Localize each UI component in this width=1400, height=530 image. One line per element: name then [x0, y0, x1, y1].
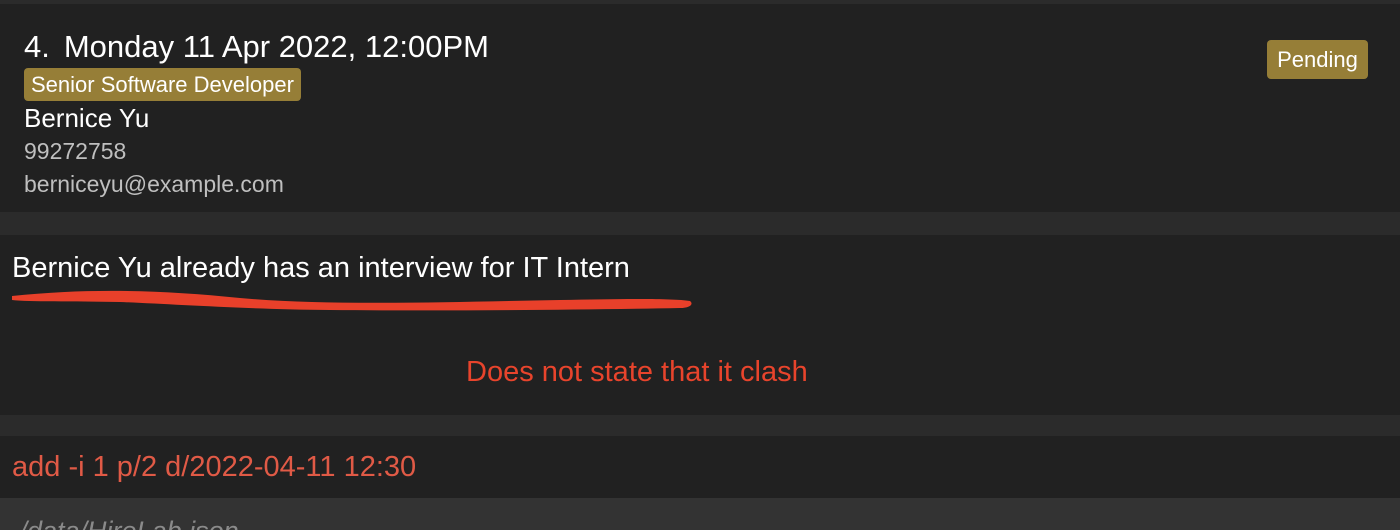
- interview-title: 4. Monday 11 Apr 2022, 12:00PM: [24, 29, 489, 65]
- interview-index: 4.: [24, 29, 50, 64]
- annotation-note: Does not state that it clash: [466, 356, 808, 388]
- role-tag: Senior Software Developer: [24, 68, 301, 101]
- candidate-phone: 99272758: [24, 138, 127, 164]
- save-path: ./data/HireLab.json: [12, 516, 239, 530]
- command-box[interactable]: add -i 1 p/2 d/2022-04-11 12:30: [0, 436, 1400, 498]
- command-input[interactable]: add -i 1 p/2 d/2022-04-11 12:30: [12, 451, 416, 484]
- interview-card[interactable]: 4. Monday 11 Apr 2022, 12:00PM Senior Sof…: [0, 4, 1400, 212]
- candidate-email: berniceyu@example.com: [24, 171, 284, 197]
- candidate-name: Bernice Yu: [24, 103, 150, 133]
- red-underline-annotation: [12, 290, 692, 311]
- result-display: Bernice Yu already has an interview for …: [0, 235, 1400, 415]
- status-bar: ./data/HireLab.json: [0, 498, 1400, 530]
- status-badge: Pending: [1267, 40, 1368, 79]
- interview-datetime: Monday 11 Apr 2022, 12:00PM: [63, 29, 489, 64]
